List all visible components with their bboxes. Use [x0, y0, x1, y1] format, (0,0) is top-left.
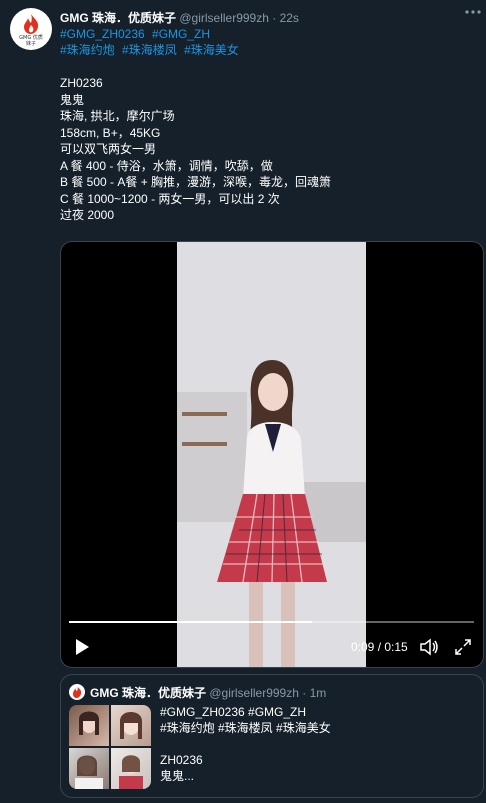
- hashtag-line-2: #珠海约炮 #珠海楼凤 #珠海美女: [60, 42, 243, 58]
- body-line: 鬼鬼: [60, 92, 85, 107]
- volume-icon[interactable]: [419, 637, 439, 657]
- tweet-header: GMG 珠海．优质妹子 @girlseller999zh · 22s: [60, 9, 299, 26]
- quote-author-handle: @girlseller999zh: [209, 686, 299, 700]
- hashtag-link[interactable]: #GMG_ZH0236: [60, 27, 145, 41]
- hashtag-link[interactable]: #珠海美女: [184, 43, 239, 57]
- quote-text: #GMG_ZH0236 #GMG_ZH #珠海约炮 #珠海楼凤 #珠海美女 ZH…: [160, 704, 331, 784]
- quote-thumbnail: [69, 705, 109, 746]
- body-line: 珠海, 拱北，摩尔广场: [60, 109, 175, 123]
- tweet[interactable]: GMG 优质 妹子 GMG 珠海．优质妹子 @girlseller999zh ·…: [0, 0, 486, 803]
- quote-line: 鬼鬼...: [160, 769, 195, 783]
- body-line: A 餐 400 - 侍浴，水箫，调情，吹舔，做: [60, 158, 273, 173]
- quote-thumbnail: [111, 748, 151, 789]
- hashtag-link[interactable]: #珠海楼凤: [122, 43, 177, 57]
- quote-timestamp: · 1m: [302, 686, 327, 700]
- quoted-tweet[interactable]: GMG 珠海．优质妹子 @girlseller999zh · 1m #GMG_Z…: [60, 674, 484, 798]
- quote-author-name: GMG 珠海．优质妹子: [90, 686, 206, 700]
- avatar-brand-text-2: 妹子: [25, 41, 36, 47]
- body-line: C 餐 1000~1200 - 两女一男，可以出 2 次: [60, 191, 280, 206]
- fullscreen-icon[interactable]: [454, 638, 472, 656]
- hashtag-line-1: #GMG_ZH0236 #GMG_ZH: [60, 26, 214, 42]
- hashtag-link[interactable]: #GMG_ZH: [152, 27, 210, 41]
- more-dots-icon[interactable]: [463, 5, 483, 21]
- flame-logo-icon: [24, 14, 39, 34]
- quote-line: [160, 736, 331, 752]
- video-frame[interactable]: [177, 242, 366, 667]
- video-progress-bar[interactable]: [69, 621, 474, 623]
- body-line: ZH0236: [60, 76, 103, 90]
- body-line: B 餐 500 - A餐 + 胸推，漫游，深喉，毒龙，回魂箫: [60, 175, 332, 189]
- quote-line: #GMG_ZH0236 #GMG_ZH: [160, 705, 307, 719]
- body-line: 158cm, B+，45KG: [60, 125, 161, 140]
- quote-media-grid[interactable]: [69, 705, 151, 789]
- play-icon[interactable]: [73, 638, 91, 656]
- quote-header: GMG 珠海．优质妹子 @girlseller999zh · 1m: [90, 684, 326, 701]
- video-player[interactable]: 0:09 / 0:15: [60, 241, 484, 668]
- video-time: 0:09 / 0:15: [351, 640, 408, 654]
- quote-line: ZH0236: [160, 753, 203, 767]
- tweet-body: ZH0236 鬼鬼 珠海, 拱北，摩尔广场 158cm, B+，45KG 可以双…: [60, 75, 331, 224]
- tweet-timestamp[interactable]: · 22s: [272, 11, 299, 25]
- body-line: 可以双飞两女一男: [60, 142, 157, 156]
- hashtag-link[interactable]: #珠海约炮: [60, 43, 115, 57]
- video-progress-fill: [69, 621, 312, 623]
- video-person-illustration: [177, 242, 366, 667]
- author-name[interactable]: GMG 珠海．优质妹子: [60, 11, 176, 25]
- author-avatar[interactable]: GMG 优质 妹子: [10, 8, 52, 50]
- quote-author-avatar: [69, 684, 85, 700]
- quote-thumbnail: [111, 705, 151, 746]
- quote-thumbnail: [69, 748, 109, 789]
- quote-line: #珠海约炮 #珠海楼凤 #珠海美女: [160, 721, 331, 735]
- body-line: 过夜 2000: [60, 208, 115, 222]
- author-handle[interactable]: @girlseller999zh: [179, 11, 269, 25]
